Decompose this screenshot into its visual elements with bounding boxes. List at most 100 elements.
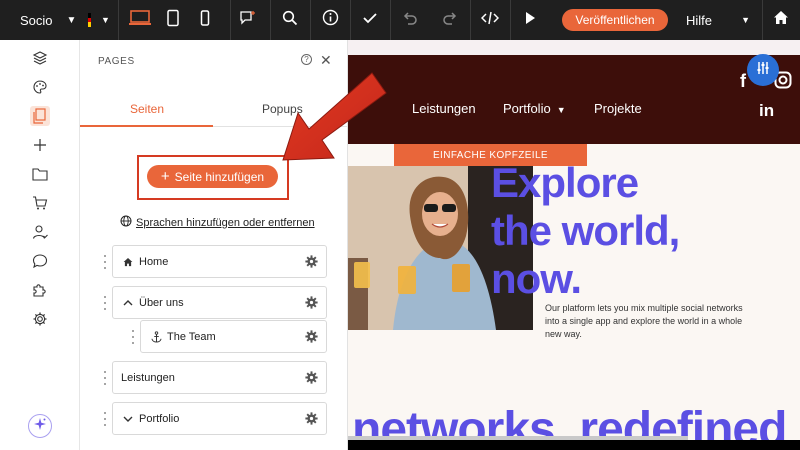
globe-icon xyxy=(120,215,132,230)
layers-icon[interactable] xyxy=(30,48,50,68)
redo-icon xyxy=(442,11,458,30)
tablet-view-button[interactable] xyxy=(160,0,186,40)
hero-heading-line-1[interactable]: Explore xyxy=(491,162,639,204)
drag-handle-icon[interactable] xyxy=(104,296,108,310)
chevron-down-icon: ▼ xyxy=(66,14,77,26)
info-icon xyxy=(322,9,339,31)
code-icon xyxy=(480,11,500,30)
chat-icon[interactable] xyxy=(30,251,50,271)
check-button[interactable] xyxy=(356,0,384,40)
undo-icon xyxy=(402,11,418,30)
tablet-icon xyxy=(166,9,180,32)
active-tab-indicator xyxy=(80,125,213,127)
redo-button[interactable] xyxy=(436,0,464,40)
hero-heading-line-2[interactable]: the world, xyxy=(491,210,680,252)
canvas-top-strip xyxy=(348,40,800,55)
linkedin-icon[interactable]: in xyxy=(759,101,774,121)
chevron-down-icon: ▼ xyxy=(101,15,110,25)
undo-button[interactable] xyxy=(396,0,424,40)
settings-icon[interactable] xyxy=(30,309,50,329)
ai-sparkle-icon xyxy=(33,417,47,436)
add-icon[interactable] xyxy=(30,135,50,155)
help-menu[interactable]: Hilfe ▼ xyxy=(676,0,760,40)
search-icon xyxy=(282,10,298,31)
page-label: Über uns xyxy=(139,296,184,309)
page-label: Leistungen xyxy=(121,371,175,384)
publish-button[interactable]: Veröffentlichen xyxy=(562,9,668,31)
nav-item-projects[interactable]: Projekte xyxy=(594,101,642,116)
drag-handle-icon[interactable] xyxy=(132,330,136,344)
palette-icon[interactable] xyxy=(30,77,50,97)
add-comment-button[interactable] xyxy=(234,0,262,40)
anchor-icon xyxy=(149,330,163,343)
folder-icon[interactable] xyxy=(30,164,50,184)
sliders-icon xyxy=(755,60,771,81)
adjust-settings-button[interactable] xyxy=(747,54,779,86)
tab-popups[interactable]: Popups xyxy=(262,102,303,116)
gear-icon[interactable] xyxy=(305,296,318,309)
languages-link[interactable]: Sprachen hinzufügen oder entfernen xyxy=(120,215,315,230)
desktop-icon xyxy=(128,9,152,32)
site-name: Socio xyxy=(20,12,53,28)
nav-item-services[interactable]: Leistungen xyxy=(412,101,476,116)
left-rail xyxy=(0,40,80,450)
puzzle-icon[interactable] xyxy=(30,280,50,300)
page-row-about[interactable]: Über uns xyxy=(112,286,327,319)
ai-assistant-button[interactable] xyxy=(28,414,52,438)
gear-icon[interactable] xyxy=(305,371,318,384)
chevron-down-icon: ▼ xyxy=(556,105,566,115)
help-icon[interactable]: ? xyxy=(301,54,312,65)
languages-link-label: Sprachen hinzufügen oder entfernen xyxy=(136,216,315,229)
cart-icon[interactable] xyxy=(30,193,50,213)
canvas-bottom-bar xyxy=(348,440,800,450)
facebook-icon[interactable]: f xyxy=(740,71,746,92)
gear-icon[interactable] xyxy=(305,330,318,343)
flag-icon xyxy=(88,13,92,28)
chevron-up-icon xyxy=(121,299,135,307)
gear-icon[interactable] xyxy=(305,412,318,425)
site-canvas[interactable]: Leistungen Portfolio ▼ Projekte f in EINF… xyxy=(348,40,800,450)
close-icon[interactable]: ✕ xyxy=(320,52,332,69)
hero-heading-line-3[interactable]: now. xyxy=(491,258,582,300)
page-label: Portfolio xyxy=(139,412,180,425)
annotation-highlight-box xyxy=(137,155,289,200)
nav-item-portfolio[interactable]: Portfolio ▼ xyxy=(503,101,566,116)
page-label: Home xyxy=(139,255,169,268)
top-toolbar: Socio ▼ ▼ Veröffentlichen Hilfe ▼ xyxy=(0,0,800,40)
search-button[interactable] xyxy=(276,0,304,40)
site-selector[interactable]: Socio ▼ xyxy=(0,0,80,40)
page-label: The Team xyxy=(167,330,216,343)
chevron-down-icon: ▼ xyxy=(741,15,750,25)
page-row-services[interactable]: Leistungen xyxy=(112,361,327,394)
desktop-view-button[interactable] xyxy=(122,0,158,40)
drag-handle-icon[interactable] xyxy=(104,412,108,426)
site-header[interactable]: Leistungen Portfolio ▼ Projekte f in xyxy=(348,55,800,144)
pages-icon[interactable] xyxy=(30,106,50,126)
language-selector[interactable]: ▼ xyxy=(80,0,118,40)
panel-title: PAGES xyxy=(98,56,135,67)
check-icon xyxy=(362,11,378,30)
preview-button[interactable] xyxy=(516,0,544,40)
gear-icon[interactable] xyxy=(305,255,318,268)
nav-item-label: Portfolio xyxy=(503,101,551,116)
page-row-home[interactable]: Home xyxy=(112,245,327,278)
dev-mode-button[interactable] xyxy=(476,0,504,40)
pages-panel: PAGES ? ✕ Seiten Popups + Seite hinzufüg… xyxy=(80,40,348,450)
chevron-down-icon xyxy=(121,415,135,423)
page-row-team[interactable]: The Team xyxy=(140,320,327,353)
mobile-icon xyxy=(199,9,211,32)
drag-handle-icon[interactable] xyxy=(104,371,108,385)
tab-pages[interactable]: Seiten xyxy=(130,102,164,116)
home-icon xyxy=(773,10,789,30)
help-label: Hilfe xyxy=(686,12,713,28)
page-row-portfolio[interactable]: Portfolio xyxy=(112,402,327,435)
hero-description[interactable]: Our platform lets you mix multiple socia… xyxy=(545,302,755,341)
user-icon[interactable] xyxy=(30,222,50,242)
play-icon xyxy=(524,11,536,30)
comment-add-icon xyxy=(239,10,257,31)
drag-handle-icon[interactable] xyxy=(104,255,108,269)
home-icon xyxy=(121,257,135,267)
home-button[interactable] xyxy=(766,0,796,40)
mobile-view-button[interactable] xyxy=(192,0,218,40)
info-button[interactable] xyxy=(316,0,344,40)
